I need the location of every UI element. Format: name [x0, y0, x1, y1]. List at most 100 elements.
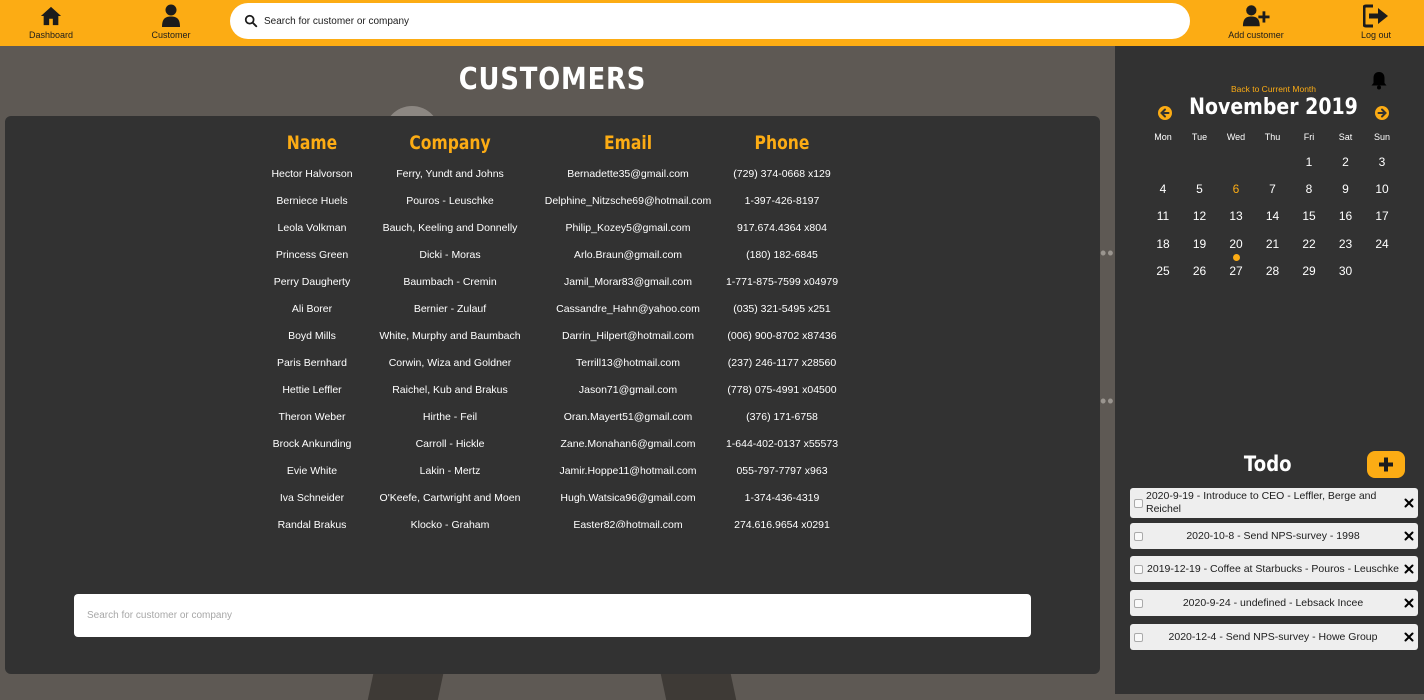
table-row[interactable]: Theron Weber Hirthe - Feil Oran.Mayert51@g…	[5, 411, 1100, 427]
table-row[interactable]: Randal Brakus Klocko - Graham Easter82@hot…	[5, 519, 1100, 528]
nav-log-out[interactable]: Log out	[1336, 3, 1416, 40]
close-icon[interactable]	[1404, 632, 1414, 642]
next-month-button[interactable]	[1375, 106, 1389, 120]
todo-text: 2020-9-24 - undefined - Lebsack Incee	[1182, 596, 1364, 609]
weekday-label: Thu	[1264, 132, 1281, 142]
calendar-day[interactable]: 29	[1291, 264, 1327, 278]
nav-customer-label: Customer	[151, 30, 191, 40]
cell-phone: (376) 171-6758	[746, 411, 818, 423]
cell-company: Raichel, Kub and Brakus	[392, 384, 508, 396]
plus-icon	[1379, 457, 1393, 472]
customer-table[interactable]: Name Company Email Phone Hector Halvorson Fer…	[5, 130, 1100, 528]
calendar-day[interactable]: 17	[1364, 209, 1400, 223]
cell-company: Lakin - Mertz	[419, 465, 481, 477]
cell-company: Pouros - Leuschke	[406, 195, 494, 207]
table-row[interactable]: Paris Bernhard Corwin, Wiza and Goldner Te…	[5, 357, 1100, 373]
cell-phone: (035) 321-5495 x251	[733, 303, 831, 315]
close-icon[interactable]	[1404, 598, 1414, 608]
todo-title: Todo	[1243, 452, 1292, 476]
right-sidebar: Back to Current Month November 2019 Mon T…	[1115, 46, 1424, 694]
calendar-day[interactable]: 26	[1182, 264, 1218, 278]
calendar-day[interactable]: 8	[1291, 182, 1327, 196]
calendar-day[interactable]: 24	[1364, 237, 1400, 251]
calendar-day[interactable]: 28	[1255, 264, 1291, 278]
calendar-day[interactable]: 1	[1291, 155, 1327, 169]
calendar-day[interactable]: 5	[1182, 182, 1218, 196]
todo-item: 2019-12-19 - Coffee at Starbucks - Pouro…	[1130, 556, 1418, 582]
calendar-month-title: November 2019	[1189, 95, 1358, 120]
todo-checkbox[interactable]	[1134, 599, 1143, 608]
nav-dashboard-label: Dashboard	[28, 30, 74, 40]
weekday-label: Fri	[1303, 132, 1315, 142]
calendar-day[interactable]: 4	[1145, 182, 1181, 196]
calendar-day[interactable]: 13	[1218, 209, 1254, 223]
calendar-day[interactable]: 25	[1145, 264, 1181, 278]
calendar-day[interactable]: 15	[1291, 209, 1327, 223]
table-row[interactable]: Leola Volkman Bauch, Keeling and Donnelly…	[5, 222, 1100, 238]
calendar-day[interactable]: 10	[1364, 182, 1400, 196]
table-row[interactable]: Brock Ankunding Carroll - Hickle Zane.Mona…	[5, 438, 1100, 454]
table-row[interactable]: Hector Halvorson Ferry, Yundt and Johns Be…	[5, 168, 1100, 184]
column-header-name: Name	[286, 132, 338, 154]
calendar-day[interactable]: 30	[1328, 264, 1364, 278]
background-decoration: ••	[1100, 391, 1115, 411]
cell-phone: 1-397-426-8197	[744, 195, 820, 207]
close-icon[interactable]	[1404, 498, 1414, 508]
calendar-day[interactable]: 21	[1255, 237, 1291, 251]
table-row[interactable]: Boyd Mills White, Murphy and Baumbach Darr…	[5, 330, 1100, 346]
background-decoration: ••	[1100, 243, 1115, 263]
cell-company: Ferry, Yundt and Johns	[396, 168, 504, 180]
todo-text: 2020-10-8 - Send NPS-survey - 1998	[1186, 529, 1360, 542]
logout-icon	[1363, 4, 1388, 28]
cell-company: Bernier - Zulauf	[413, 303, 487, 315]
calendar-day[interactable]: 27	[1218, 264, 1254, 278]
nav-customer[interactable]: Customer	[131, 3, 211, 40]
weekday-label: Mon	[1154, 132, 1172, 142]
weekday-label: Wed	[1226, 132, 1246, 142]
table-row[interactable]: Ali Borer Bernier - Zulauf Cassandre_Hahn@…	[5, 303, 1100, 319]
add-todo-button[interactable]	[1367, 451, 1405, 478]
close-icon[interactable]	[1404, 531, 1414, 541]
calendar-day[interactable]: 19	[1182, 237, 1218, 251]
calendar-day[interactable]: 6	[1218, 182, 1254, 196]
table-row[interactable]: Evie White Lakin - Mertz Jamir.Hoppe11@hot…	[5, 465, 1100, 481]
calendar-day[interactable]: 20	[1218, 237, 1254, 251]
nav-add-customer[interactable]: Add customer	[1216, 3, 1296, 40]
top-search-input[interactable]	[262, 14, 1190, 28]
table-row[interactable]: Hettie Leffler Raichel, Kub and Brakus Jas…	[5, 384, 1100, 400]
calendar-day[interactable]: 22	[1291, 237, 1327, 251]
table-row[interactable]: Iva Schneider O'Keefe, Cartwright and Moe…	[5, 492, 1100, 508]
calendar-day[interactable]: 3	[1364, 155, 1400, 169]
cell-company: White, Murphy and Baumbach	[379, 330, 521, 342]
cell-phone: (729) 374-0668 x129	[733, 168, 831, 180]
table-row[interactable]: Princess Green Dicki - Moras Arlo.Braun@gm…	[5, 249, 1100, 265]
todo-checkbox[interactable]	[1134, 565, 1143, 574]
table-row[interactable]: Perry Daugherty Baumbach - Cremin Jamil_Mo…	[5, 276, 1100, 292]
calendar-day[interactable]: 23	[1328, 237, 1364, 251]
calendar-day[interactable]: 7	[1255, 182, 1291, 196]
todo-checkbox[interactable]	[1134, 532, 1143, 541]
calendar-day[interactable]: 11	[1145, 209, 1181, 223]
customer-search-input[interactable]	[85, 609, 1031, 622]
close-icon[interactable]	[1404, 564, 1414, 574]
calendar-day[interactable]: 16	[1328, 209, 1364, 223]
column-header-email: Email	[603, 132, 653, 154]
calendar-day[interactable]: 12	[1182, 209, 1218, 223]
nav-log-out-label: Log out	[1360, 30, 1392, 40]
cell-phone: 1-644-402-0137 x55573	[725, 438, 839, 450]
calendar-day[interactable]: 9	[1328, 182, 1364, 196]
cell-company: Dicki - Moras	[419, 249, 481, 261]
todo-checkbox[interactable]	[1134, 633, 1143, 642]
table-row[interactable]: Berniece Huels Pouros - Leuschke Delphine_…	[5, 195, 1100, 211]
nav-dashboard[interactable]: Dashboard	[11, 3, 91, 40]
cell-phone: 274.616.9654 x0291	[734, 519, 830, 528]
top-search-bar[interactable]	[230, 3, 1190, 39]
customer-search-bar[interactable]	[74, 594, 1031, 637]
cell-phone: (180) 182-6845	[746, 249, 818, 261]
back-to-current-month-link[interactable]: Back to Current Month	[1115, 84, 1424, 94]
calendar-day[interactable]: 18	[1145, 237, 1181, 251]
search-icon	[244, 14, 258, 28]
todo-checkbox[interactable]	[1134, 499, 1143, 508]
calendar-day[interactable]: 14	[1255, 209, 1291, 223]
calendar-day[interactable]: 2	[1328, 155, 1364, 169]
